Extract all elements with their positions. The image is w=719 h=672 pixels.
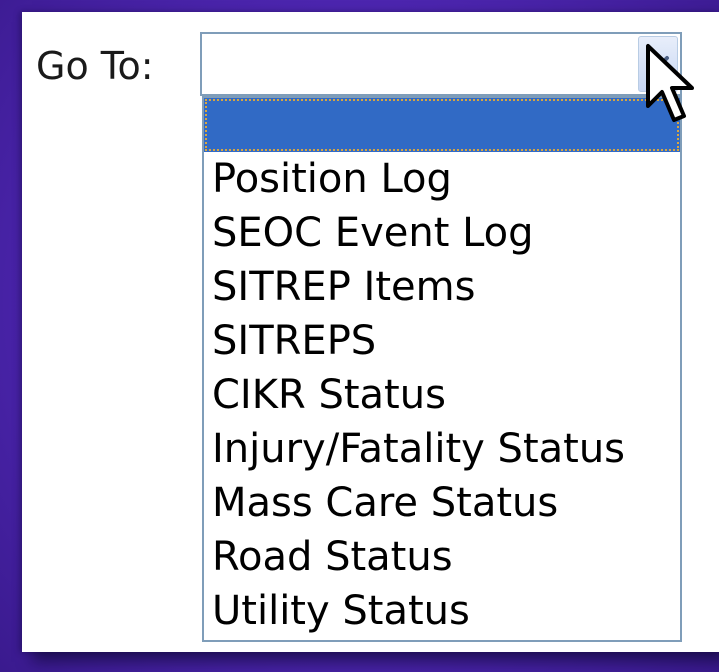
goto-dropdown-list[interactable]: Position Log SEOC Event Log SITREP Items… <box>202 96 682 642</box>
dropdown-option-position-log[interactable]: Position Log <box>204 152 680 206</box>
mouse-pointer-icon <box>646 44 694 122</box>
dropdown-option-cikr-status[interactable]: CIKR Status <box>204 368 680 422</box>
dropdown-option-utility-status[interactable]: Utility Status <box>204 584 680 638</box>
dropdown-option-mass-care-status[interactable]: Mass Care Status <box>204 476 680 530</box>
dropdown-option-blank[interactable] <box>204 98 680 152</box>
goto-select[interactable] <box>200 32 682 96</box>
goto-label: Go To: <box>36 44 154 88</box>
goto-panel: Go To: Position Log SEOC Event Log SITRE… <box>22 12 719 652</box>
dropdown-option-seoc-event-log[interactable]: SEOC Event Log <box>204 206 680 260</box>
dropdown-option-road-status[interactable]: Road Status <box>204 530 680 584</box>
dropdown-option-sitreps[interactable]: SITREPS <box>204 314 680 368</box>
dropdown-option-injury-fatality-status[interactable]: Injury/Fatality Status <box>204 422 680 476</box>
dropdown-option-sitrep-items[interactable]: SITREP Items <box>204 260 680 314</box>
